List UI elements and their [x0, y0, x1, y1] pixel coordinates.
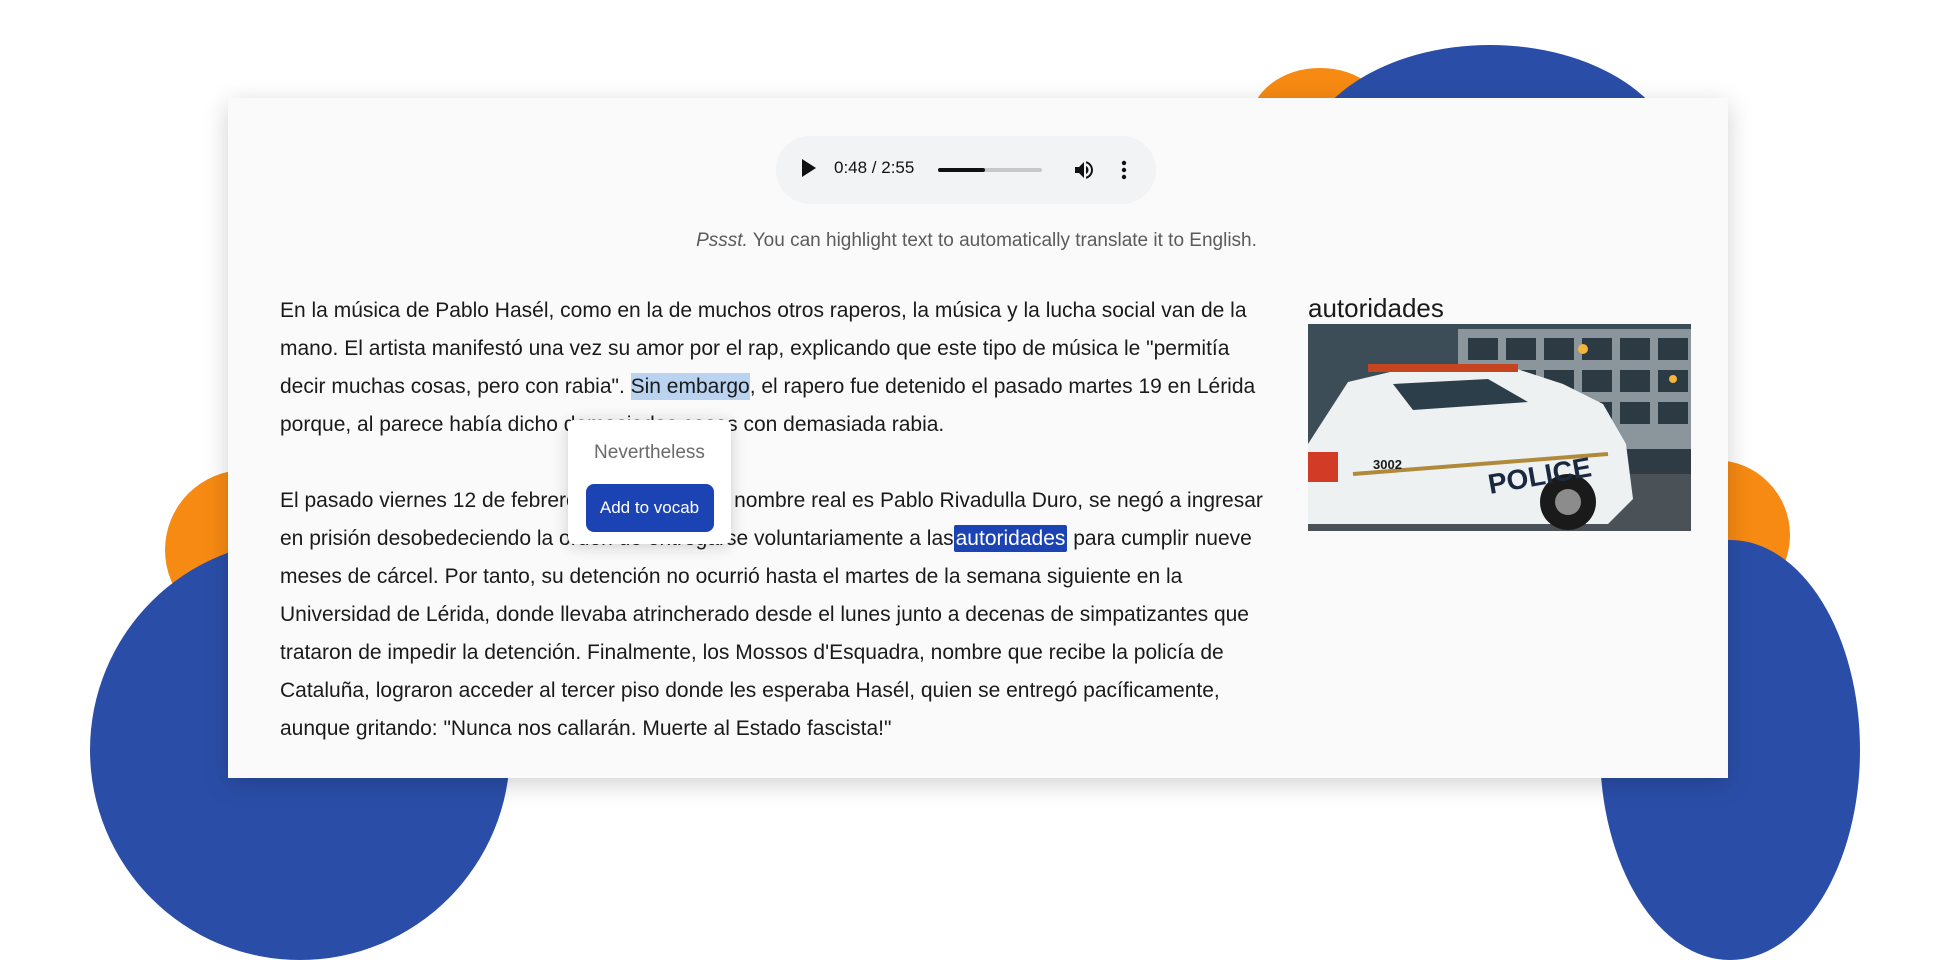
translation-popup: Nevertheless Add to vocab	[568, 420, 731, 544]
hint-emphasis: Pssst.	[696, 230, 748, 251]
paragraph-1: En la música de Pablo Hasél, como en la …	[280, 292, 1280, 444]
paragraph-text: para cumplir nueve meses de cárcel. Por …	[280, 527, 1252, 740]
car-number: 3002	[1373, 457, 1402, 472]
paragraph-2: El pasado viernes 12 de febrero, el rape…	[280, 482, 1280, 748]
hint-text: You can highlight text to automatically …	[747, 230, 1257, 251]
highlighted-phrase[interactable]: Sin embargo	[630, 373, 750, 400]
add-to-vocab-button[interactable]: Add to vocab	[585, 484, 714, 532]
volume-icon[interactable]	[1072, 158, 1096, 182]
audio-seek-bar[interactable]	[938, 168, 1042, 172]
vocab-word-image: POLICE 3002	[1308, 324, 1691, 531]
vocab-word-title: autoridades	[1308, 293, 1444, 323]
translation-text: Nevertheless	[594, 442, 705, 463]
audio-time: 0:48 / 2:55	[834, 158, 915, 177]
selected-word[interactable]: autoridades	[953, 525, 1068, 552]
audio-progress-fill	[938, 168, 985, 172]
translation-hint: Pssst. You can highlight text to automat…	[0, 230, 1953, 252]
more-vert-icon[interactable]	[1120, 158, 1128, 182]
audio-player[interactable]: 0:48 / 2:55	[776, 136, 1156, 204]
play-icon[interactable]	[802, 159, 816, 177]
article-body: En la música de Pablo Hasél, como en la …	[280, 292, 1280, 786]
